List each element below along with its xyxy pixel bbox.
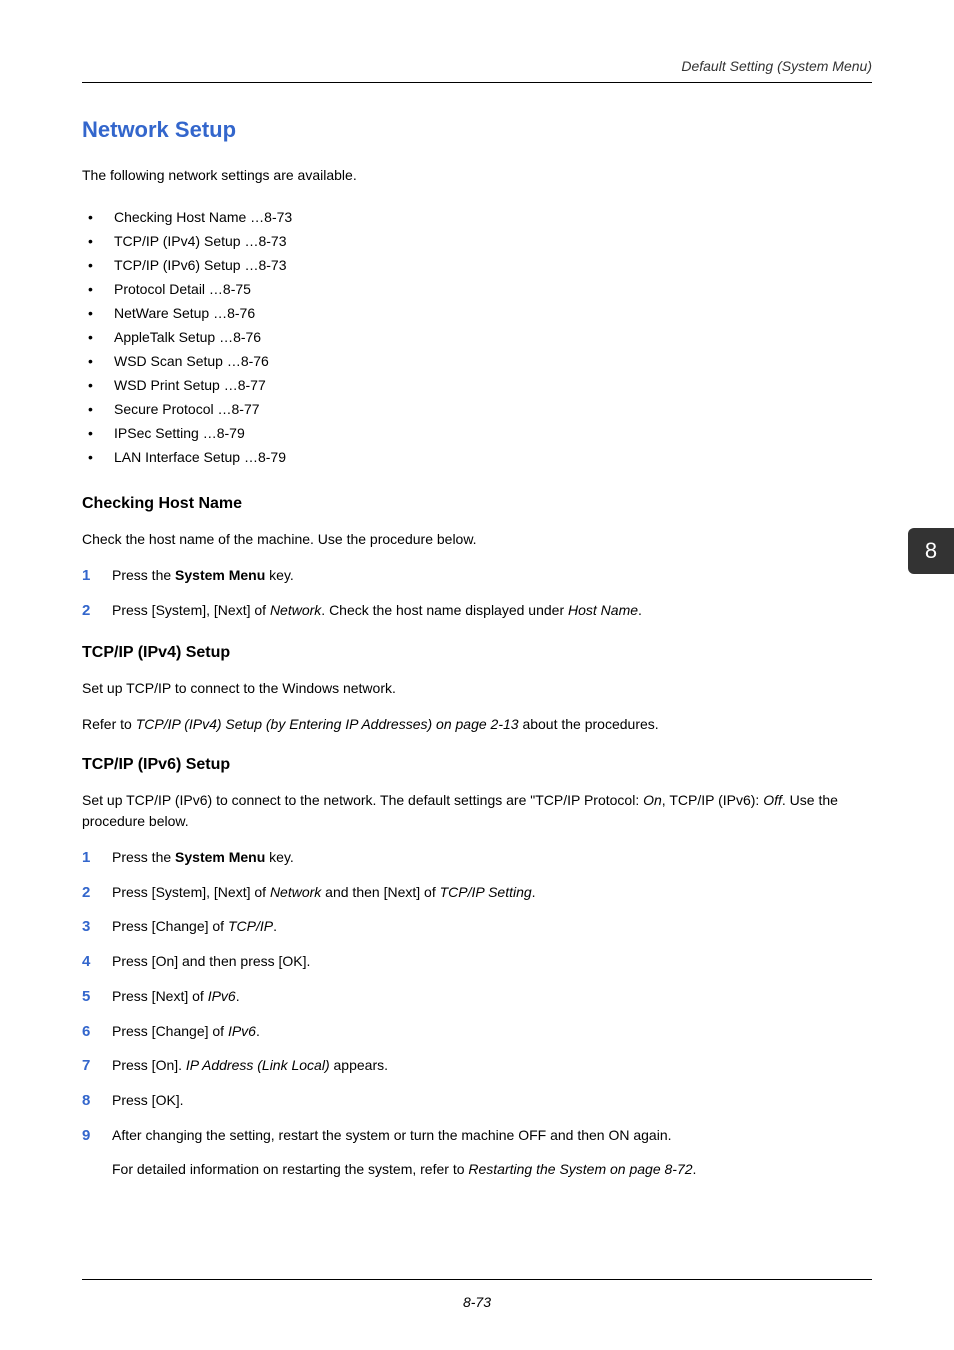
step-item: 1 Press the System Menu key. <box>82 565 872 587</box>
heading-checking-host-name: Checking Host Name <box>82 495 872 513</box>
list-item: LAN Interface Setup …8-79 <box>82 445 872 469</box>
section2-para1: Set up TCP/IP to connect to the Windows … <box>82 678 872 698</box>
list-item: IPSec Setting …8-79 <box>82 421 872 445</box>
list-item: AppleTalk Setup …8-76 <box>82 325 872 349</box>
step-item: 8 Press [OK]. <box>82 1090 872 1112</box>
list-item: WSD Scan Setup …8-76 <box>82 349 872 373</box>
list-item: Protocol Detail …8-75 <box>82 277 872 301</box>
divider-bottom <box>82 1279 872 1280</box>
list-item: NetWare Setup …8-76 <box>82 301 872 325</box>
step-text: Press [Change] of IPv6. <box>112 1021 872 1043</box>
divider-top <box>82 82 872 83</box>
intro-text: The following network settings are avail… <box>82 167 872 183</box>
step-number: 5 <box>82 986 112 1008</box>
step-item: 4 Press [On] and then press [OK]. <box>82 951 872 973</box>
step-number: 3 <box>82 916 112 938</box>
step-text: Press [On] and then press [OK]. <box>112 951 872 973</box>
step-item: 9 After changing the setting, restart th… <box>82 1125 872 1180</box>
list-item: Secure Protocol …8-77 <box>82 397 872 421</box>
step-text: Press the System Menu key. <box>112 847 872 869</box>
step-text: Press [System], [Next] of Network. Check… <box>112 600 872 622</box>
page-number: 8-73 <box>82 1294 872 1310</box>
settings-list: Checking Host Name …8-73 TCP/IP (IPv4) S… <box>82 205 872 469</box>
step-number: 7 <box>82 1055 112 1077</box>
step-number: 1 <box>82 565 112 587</box>
step-item: 5 Press [Next] of IPv6. <box>82 986 872 1008</box>
list-item: TCP/IP (IPv6) Setup …8-73 <box>82 253 872 277</box>
section1-para: Check the host name of the machine. Use … <box>82 529 872 549</box>
section1-steps: 1 Press the System Menu key. 2 Press [Sy… <box>82 565 872 622</box>
chapter-tab: 8 <box>908 528 954 574</box>
step-number: 4 <box>82 951 112 973</box>
breadcrumb: Default Setting (System Menu) <box>82 58 872 82</box>
step-number: 6 <box>82 1021 112 1043</box>
section3-para: Set up TCP/IP (IPv6) to connect to the n… <box>82 790 872 831</box>
step-text: After changing the setting, restart the … <box>112 1125 872 1180</box>
list-item: Checking Host Name …8-73 <box>82 205 872 229</box>
step-number: 2 <box>82 600 112 622</box>
step-item: 3 Press [Change] of TCP/IP. <box>82 916 872 938</box>
section2-para2: Refer to TCP/IP (IPv4) Setup (by Enterin… <box>82 714 872 734</box>
step-item: 1 Press the System Menu key. <box>82 847 872 869</box>
heading-network-setup: Network Setup <box>82 117 872 143</box>
step-text: Press [Next] of IPv6. <box>112 986 872 1008</box>
section3-steps: 1 Press the System Menu key. 2 Press [Sy… <box>82 847 872 1180</box>
list-item: WSD Print Setup …8-77 <box>82 373 872 397</box>
step-text: Press the System Menu key. <box>112 565 872 587</box>
heading-ipv6-setup: TCP/IP (IPv6) Setup <box>82 756 872 774</box>
step-text: Press [System], [Next] of Network and th… <box>112 882 872 904</box>
step-text: Press [On]. IP Address (Link Local) appe… <box>112 1055 872 1077</box>
heading-ipv4-setup: TCP/IP (IPv4) Setup <box>82 644 872 662</box>
step-item: 2 Press [System], [Next] of Network and … <box>82 882 872 904</box>
page-footer: 8-73 <box>82 1279 872 1310</box>
step-text: Press [OK]. <box>112 1090 872 1112</box>
step-number: 9 <box>82 1125 112 1180</box>
step-item: 7 Press [On]. IP Address (Link Local) ap… <box>82 1055 872 1077</box>
step-number: 1 <box>82 847 112 869</box>
step-number: 2 <box>82 882 112 904</box>
step-text: Press [Change] of TCP/IP. <box>112 916 872 938</box>
list-item: TCP/IP (IPv4) Setup …8-73 <box>82 229 872 253</box>
step-number: 8 <box>82 1090 112 1112</box>
step-item: 6 Press [Change] of IPv6. <box>82 1021 872 1043</box>
step-item: 2 Press [System], [Next] of Network. Che… <box>82 600 872 622</box>
